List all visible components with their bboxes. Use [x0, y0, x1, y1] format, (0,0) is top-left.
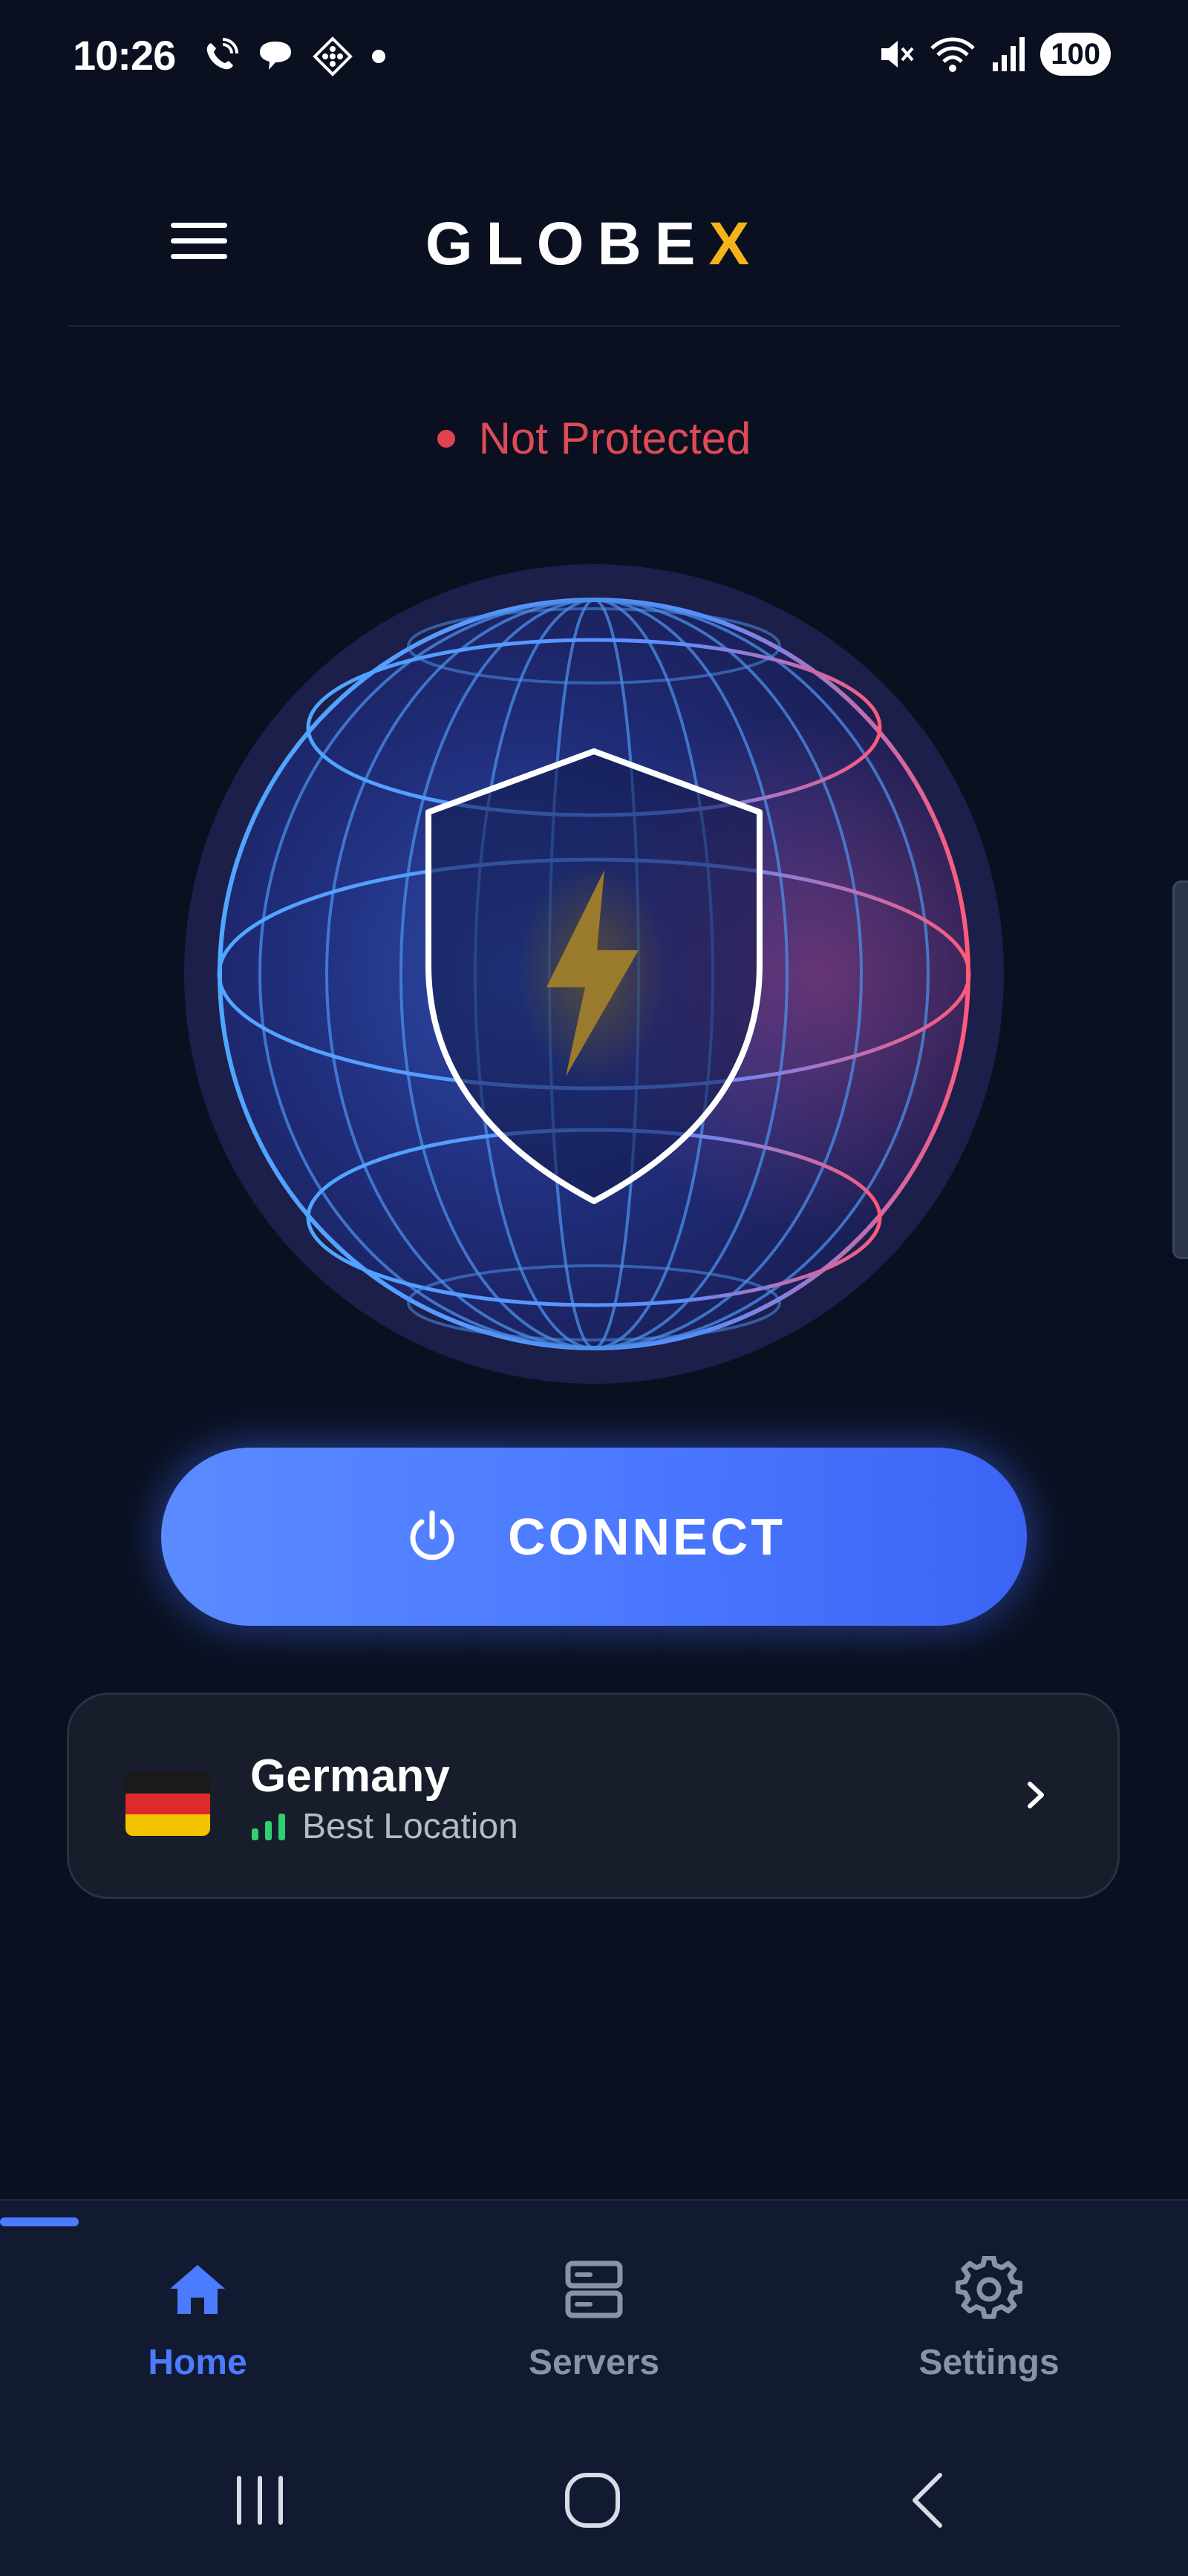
- brand-logo: GLOBEX: [67, 209, 1121, 279]
- tab-servers-label: Servers: [528, 2343, 660, 2382]
- tab-settings[interactable]: Settings: [878, 2256, 1100, 2383]
- app-header: GLOBEX: [67, 178, 1121, 327]
- germany-flag-icon: [125, 1772, 210, 1836]
- location-selector[interactable]: Germany Best Location: [67, 1693, 1120, 1899]
- connect-label: CONNECT: [507, 1508, 786, 1566]
- chevron-right-icon: [1028, 1782, 1044, 1808]
- power-icon: [410, 1510, 454, 1560]
- nav-active-indicator: [0, 2217, 79, 2226]
- status-dot: [437, 429, 455, 448]
- status-left-icons: [200, 36, 388, 77]
- signal-strength-icon: [252, 1814, 285, 1840]
- brand-main: GLOBE: [425, 210, 709, 278]
- system-navigation-bar: [0, 2419, 1188, 2567]
- battery-indicator: 100: [1040, 33, 1111, 76]
- tab-home[interactable]: Home: [86, 2256, 309, 2383]
- home-icon: [170, 2265, 225, 2314]
- notification-dot-icon: [372, 50, 385, 63]
- wifi-icon: [930, 37, 976, 72]
- recents-button[interactable]: [223, 2463, 297, 2537]
- back-button[interactable]: [891, 2463, 965, 2537]
- status-right-icons: 100: [877, 33, 1111, 76]
- protection-status: Not Protected: [0, 413, 1188, 464]
- tab-servers[interactable]: Servers: [483, 2256, 705, 2383]
- phone-call-icon: [206, 38, 238, 70]
- back-arrow-icon: [913, 2473, 942, 2528]
- header-divider: [67, 325, 1121, 327]
- location-country: Germany: [250, 1750, 450, 1802]
- protection-status-text: Not Protected: [478, 413, 751, 463]
- gear-icon: [956, 2256, 1022, 2319]
- app-diamond-icon: [313, 36, 353, 76]
- recents-icon: [237, 2476, 283, 2525]
- brand-accent: X: [708, 210, 763, 278]
- tab-home-label: Home: [148, 2343, 247, 2382]
- status-time: 10:26: [73, 32, 176, 79]
- status-bar: 10:26 100: [0, 0, 1188, 111]
- mute-icon: [881, 41, 914, 68]
- home-circle-icon: [565, 2473, 620, 2528]
- tab-settings-label: Settings: [918, 2343, 1060, 2382]
- home-button[interactable]: [555, 2463, 630, 2537]
- side-scroll-handle[interactable]: [1172, 880, 1188, 1259]
- chat-bubble-icon: [260, 42, 291, 70]
- connect-button[interactable]: CONNECT: [161, 1448, 1027, 1626]
- location-subtitle: Best Location: [302, 1807, 518, 1846]
- signal-icon: [993, 37, 1025, 71]
- globe-illustration: [184, 564, 1004, 1384]
- servers-icon: [565, 2260, 623, 2318]
